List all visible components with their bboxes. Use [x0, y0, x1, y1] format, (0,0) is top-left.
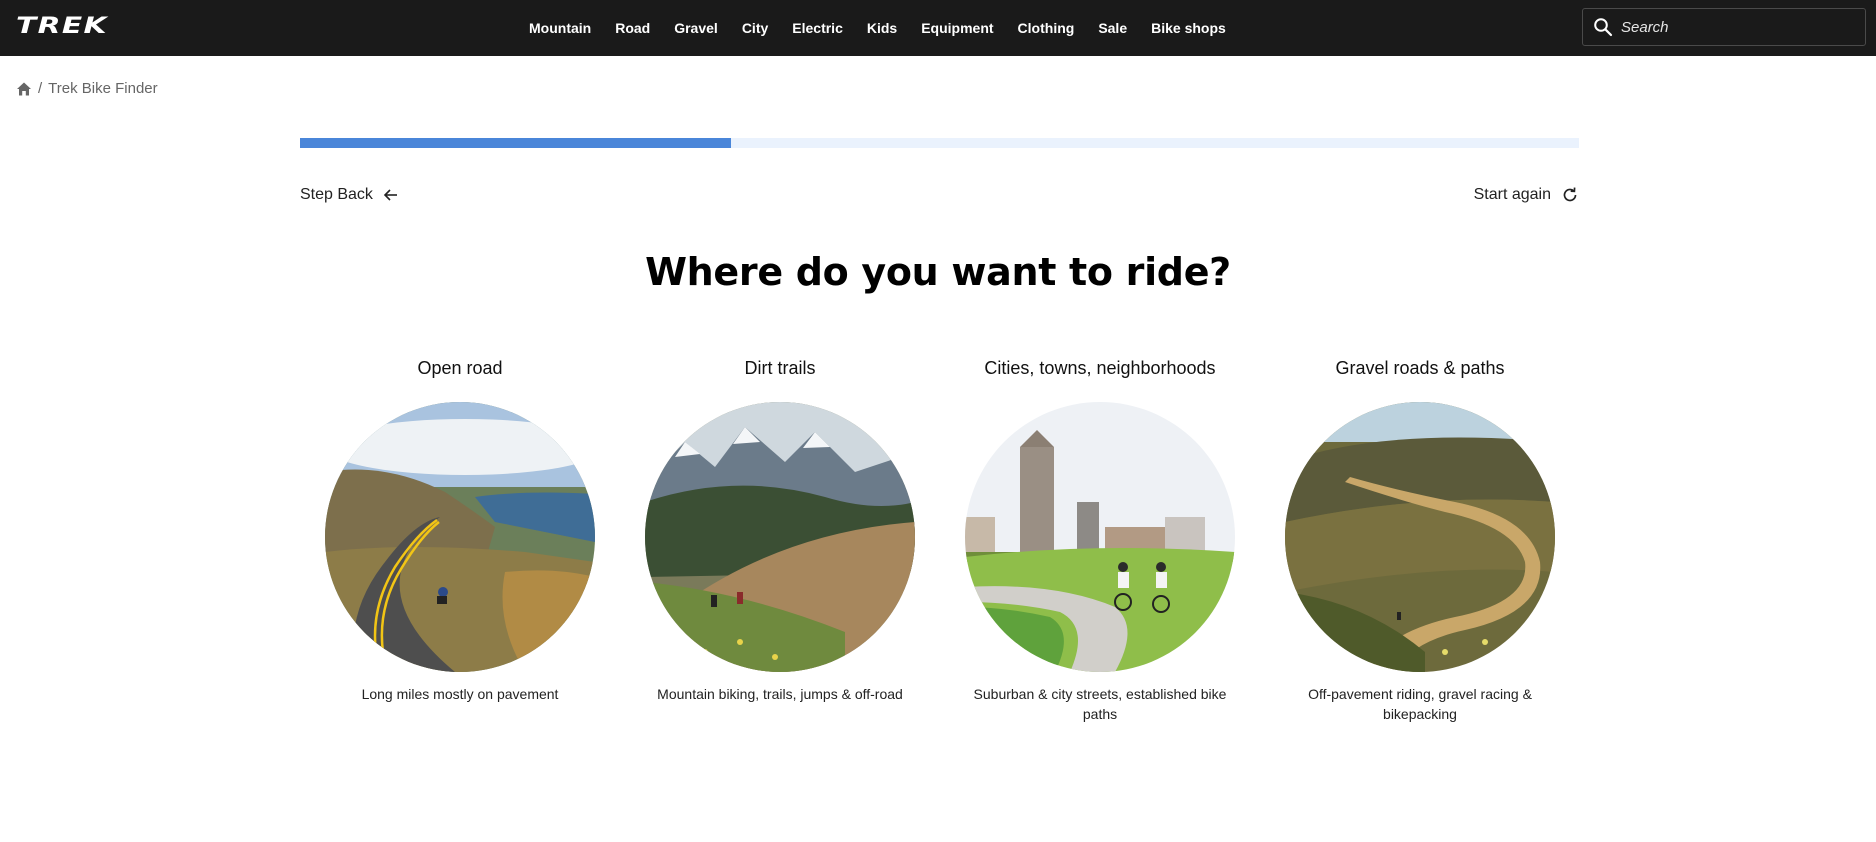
progress-bar [300, 138, 1579, 148]
option-description: Long miles mostly on pavement [361, 686, 559, 702]
search-box[interactable] [1582, 8, 1866, 46]
nav-item-road[interactable]: Road [615, 20, 650, 36]
ride-options: Open road Long miles mostly on pavement … [300, 358, 1580, 724]
home-icon[interactable] [16, 81, 32, 97]
option-title: Open road [417, 358, 503, 378]
option-description: Mountain biking, trails, jumps & off-roa… [657, 686, 903, 702]
nav-item-kids[interactable]: Kids [867, 20, 897, 36]
breadcrumb-current: Trek Bike Finder [48, 80, 158, 97]
search-icon[interactable] [1593, 17, 1613, 37]
refresh-icon [1563, 187, 1577, 202]
trek-logo[interactable]: TREK [16, 16, 106, 38]
progress-fill [300, 138, 732, 148]
breadcrumb-separator: / [38, 80, 43, 97]
logo-text: TREK [16, 14, 108, 39]
step-back-button[interactable]: Step Back [300, 186, 399, 204]
option-description: Off-pavement riding, gravel racing & bik… [1308, 686, 1532, 722]
nav-item-bike-shops[interactable]: Bike shops [1151, 20, 1226, 36]
start-again-button[interactable]: Start again [1474, 186, 1579, 204]
nav-item-city[interactable]: City [742, 20, 768, 36]
nav-item-electric[interactable]: Electric [792, 20, 843, 36]
start-again-label: Start again [1473, 186, 1551, 203]
arrow-left-icon [383, 189, 397, 201]
option-gravel-roads[interactable]: Gravel roads & paths Off-pavement riding… [1260, 358, 1580, 724]
open-road-image[interactable] [325, 402, 595, 672]
option-title: Cities, towns, neighborhoods [984, 358, 1216, 378]
nav-item-gravel[interactable]: Gravel [674, 20, 718, 36]
option-title: Gravel roads & paths [1335, 358, 1505, 378]
nav-item-equipment[interactable]: Equipment [921, 20, 993, 36]
nav-item-sale[interactable]: Sale [1098, 20, 1127, 36]
option-description: Suburban & city streets, established bik… [973, 686, 1227, 722]
option-cities[interactable]: Cities, towns, neighborhoods Suburban & … [940, 358, 1260, 724]
question-heading: Where do you want to ride? [645, 250, 1231, 294]
cities-image[interactable] [965, 402, 1235, 672]
nav-item-clothing[interactable]: Clothing [1018, 20, 1075, 36]
option-dirt-trails[interactable]: Dirt trails Mountain biking, trails, jum… [620, 358, 940, 724]
nav-item-mountain[interactable]: Mountain [529, 20, 591, 36]
search-input[interactable] [1621, 18, 1841, 36]
top-navigation-bar: TREK Mountain Road Gravel City Electric … [0, 0, 1876, 56]
gravel-roads-image[interactable] [1285, 402, 1555, 672]
option-title: Dirt trails [744, 358, 816, 378]
breadcrumb: / Trek Bike Finder [16, 80, 158, 97]
main-nav: Mountain Road Gravel City Electric Kids … [529, 0, 1250, 56]
dirt-trails-image[interactable] [645, 402, 915, 672]
step-back-label: Step Back [300, 186, 373, 203]
option-open-road[interactable]: Open road Long miles mostly on pavement [300, 358, 620, 724]
